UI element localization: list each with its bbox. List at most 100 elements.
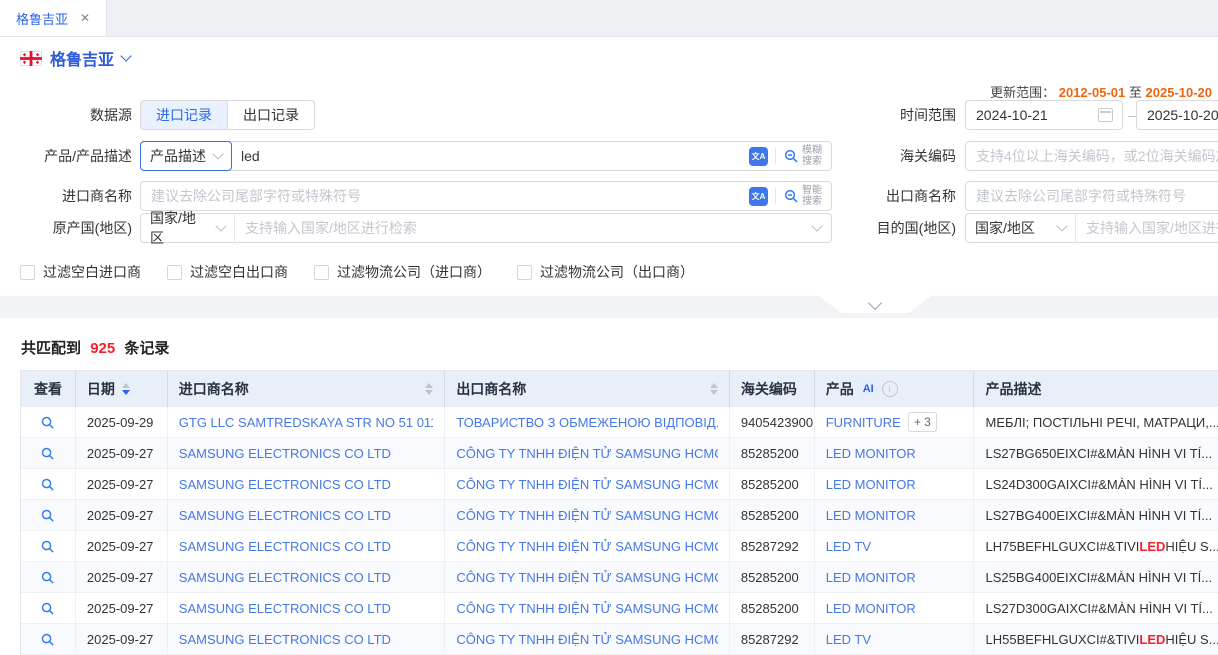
- origin-country-input[interactable]: [235, 215, 813, 241]
- product-link[interactable]: LED MONITOR: [826, 601, 916, 616]
- date-cell: 2025-09-27: [76, 562, 168, 592]
- dest-country-input[interactable]: [1076, 215, 1218, 241]
- exporter-cell: CÔNG TY TNHH ĐIỆN TỬ SAMSUNG HCMC...: [445, 438, 730, 468]
- importer-cell: SAMSUNG ELECTRONICS CO LTD: [168, 531, 446, 561]
- hs-code-field[interactable]: [965, 141, 1218, 171]
- importer-cell: SAMSUNG ELECTRONICS CO LTD: [168, 593, 446, 623]
- importer-link[interactable]: SAMSUNG ELECTRONICS CO LTD: [179, 477, 391, 492]
- checkbox-filter-blank-importer[interactable]: 过滤空白进口商: [20, 262, 141, 282]
- update-start-date: 2012-05-01: [1059, 85, 1126, 100]
- sort-icon[interactable]: [425, 383, 433, 395]
- date-start-field[interactable]: [965, 100, 1123, 130]
- product-link[interactable]: LED MONITOR: [826, 508, 916, 523]
- update-end-date: 2025-10-20: [1146, 85, 1213, 100]
- product-link[interactable]: LED TV: [826, 632, 871, 647]
- view-cell[interactable]: [21, 624, 76, 654]
- product-cell: LED MONITOR: [815, 562, 975, 592]
- exporter-field[interactable]: [965, 181, 1218, 211]
- date-end-input[interactable]: [1137, 102, 1218, 128]
- checkbox-icon[interactable]: [517, 265, 532, 280]
- product-link[interactable]: LED MONITOR: [826, 477, 916, 492]
- checkbox-filter-blank-exporter[interactable]: 过滤空白出口商: [167, 262, 288, 282]
- importer-link[interactable]: SAMSUNG ELECTRONICS CO LTD: [179, 570, 391, 585]
- tab-export-records[interactable]: 出口记录: [227, 101, 314, 129]
- hs-code-cell: 85287292: [730, 624, 815, 654]
- product-type-select[interactable]: 产品描述: [140, 141, 232, 171]
- translate-icon[interactable]: [749, 187, 768, 206]
- importer-link[interactable]: SAMSUNG ELECTRONICS CO LTD: [179, 446, 391, 461]
- tab-import-records[interactable]: 进口记录: [141, 101, 227, 129]
- importer-input[interactable]: [141, 183, 749, 209]
- exporter-link[interactable]: CÔNG TY TNHH ĐIỆN TỬ SAMSUNG HCMC...: [456, 508, 718, 523]
- col-importer[interactable]: 进口商名称: [168, 371, 446, 407]
- exporter-link[interactable]: CÔNG TY TNHH ĐIỆN TỬ SAMSUNG HCMC...: [456, 446, 718, 461]
- exporter-link[interactable]: ТОВАРИСТВО З ОБМЕЖЕНОЮ ВІДПОВІД...: [456, 415, 718, 430]
- product-cell: LED TV: [815, 624, 975, 654]
- product-link[interactable]: LED MONITOR: [826, 570, 916, 585]
- exporter-link[interactable]: CÔNG TY TNHH ĐIỆN TỬ SAMSUNG HCMC...: [456, 477, 718, 492]
- checkbox-icon[interactable]: [20, 265, 35, 280]
- translate-icon[interactable]: [749, 147, 768, 166]
- checkbox-icon[interactable]: [167, 265, 182, 280]
- collapse-panel-toggle[interactable]: [819, 296, 931, 313]
- country-header[interactable]: 格鲁吉亚: [20, 46, 130, 70]
- dest-country-select[interactable]: 国家/地区: [966, 213, 1076, 243]
- view-magnifier-icon: [40, 477, 55, 492]
- col-date[interactable]: 日期: [76, 371, 168, 407]
- importer-link[interactable]: SAMSUNG ELECTRONICS CO LTD: [179, 508, 391, 523]
- fuzzy-search-button[interactable]: 模糊 搜索: [783, 145, 822, 167]
- checkbox-label: 过滤空白出口商: [190, 262, 288, 282]
- close-icon[interactable]: ✕: [80, 12, 90, 24]
- product-link[interactable]: FURNITURE: [826, 415, 901, 430]
- date-start-input[interactable]: [966, 102, 1098, 128]
- product-search-input[interactable]: [231, 143, 749, 169]
- product-link[interactable]: LED MONITOR: [826, 446, 916, 461]
- hs-code-cell: 85285200: [730, 593, 815, 623]
- origin-country-select[interactable]: 国家/地区: [141, 213, 235, 243]
- exporter-link[interactable]: CÔNG TY TNHH ĐIỆN TỬ SAMSUNG HCMC...: [456, 632, 718, 647]
- col-exporter[interactable]: 出口商名称: [445, 371, 730, 407]
- checkbox-icon[interactable]: [314, 265, 329, 280]
- hs-code-input[interactable]: [966, 143, 1218, 169]
- checkbox-label: 过滤物流公司（进口商）: [337, 262, 491, 282]
- date-cell: 2025-09-29: [76, 407, 168, 437]
- checkbox-filter-logistics-importer[interactable]: 过滤物流公司（进口商）: [314, 262, 491, 282]
- view-cell[interactable]: [21, 469, 76, 499]
- checkbox-filter-logistics-exporter[interactable]: 过滤物流公司（出口商）: [517, 262, 694, 282]
- view-cell[interactable]: [21, 531, 76, 561]
- sort-icon[interactable]: [710, 383, 718, 395]
- product-search-group: 产品描述 模糊 搜索: [140, 141, 832, 171]
- view-cell[interactable]: [21, 407, 76, 437]
- view-cell[interactable]: [21, 562, 76, 592]
- product-extra-badge[interactable]: + 3: [908, 412, 937, 432]
- tab-georgia[interactable]: 格鲁吉亚 ✕: [0, 0, 107, 36]
- view-cell[interactable]: [21, 500, 76, 530]
- date-end-field[interactable]: [1136, 100, 1218, 130]
- origin-country-select-value: 国家/地区: [150, 208, 209, 248]
- sort-icon[interactable]: [122, 383, 130, 395]
- hs-code-cell: 85285200: [730, 469, 815, 499]
- product-cell: LED MONITOR: [815, 593, 975, 623]
- description-cell: LS27D300GAIXCI#&MÀN HÌNH VI TÍ...: [974, 593, 1218, 623]
- smart-search-button[interactable]: 智能 搜索: [783, 185, 822, 207]
- date-cell: 2025-09-27: [76, 593, 168, 623]
- importer-link[interactable]: SAMSUNG ELECTRONICS CO LTD: [179, 539, 391, 554]
- view-cell[interactable]: [21, 438, 76, 468]
- exporter-link[interactable]: CÔNG TY TNHH ĐIỆN TỬ SAMSUNG HCMC...: [456, 539, 718, 554]
- info-icon[interactable]: [882, 381, 898, 397]
- importer-link[interactable]: SAMSUNG ELECTRONICS CO LTD: [179, 632, 391, 647]
- exporter-link[interactable]: CÔNG TY TNHH ĐIỆN TỬ SAMSUNG HCMC...: [456, 570, 718, 585]
- exporter-link[interactable]: CÔNG TY TNHH ĐIỆN TỬ SAMSUNG HCMC...: [456, 601, 718, 616]
- view-cell[interactable]: [21, 593, 76, 623]
- chevron-down-icon[interactable]: [120, 50, 131, 61]
- importer-label: 进口商名称: [0, 181, 132, 211]
- exporter-input[interactable]: [966, 183, 1218, 209]
- importer-link[interactable]: SAMSUNG ELECTRONICS CO LTD: [179, 601, 391, 616]
- dest-country-group: 国家/地区: [965, 213, 1218, 243]
- table-row: 2025-09-27SAMSUNG ELECTRONICS CO LTDCÔNG…: [21, 531, 1218, 562]
- product-link[interactable]: LED TV: [826, 539, 871, 554]
- product-label: 产品/产品描述: [0, 141, 132, 171]
- chevron-down-icon[interactable]: [811, 220, 822, 231]
- ai-badge: AI: [860, 381, 877, 397]
- importer-link[interactable]: GTG LLC SAMTREDSKAYA STR NO 51 01119...: [179, 415, 434, 430]
